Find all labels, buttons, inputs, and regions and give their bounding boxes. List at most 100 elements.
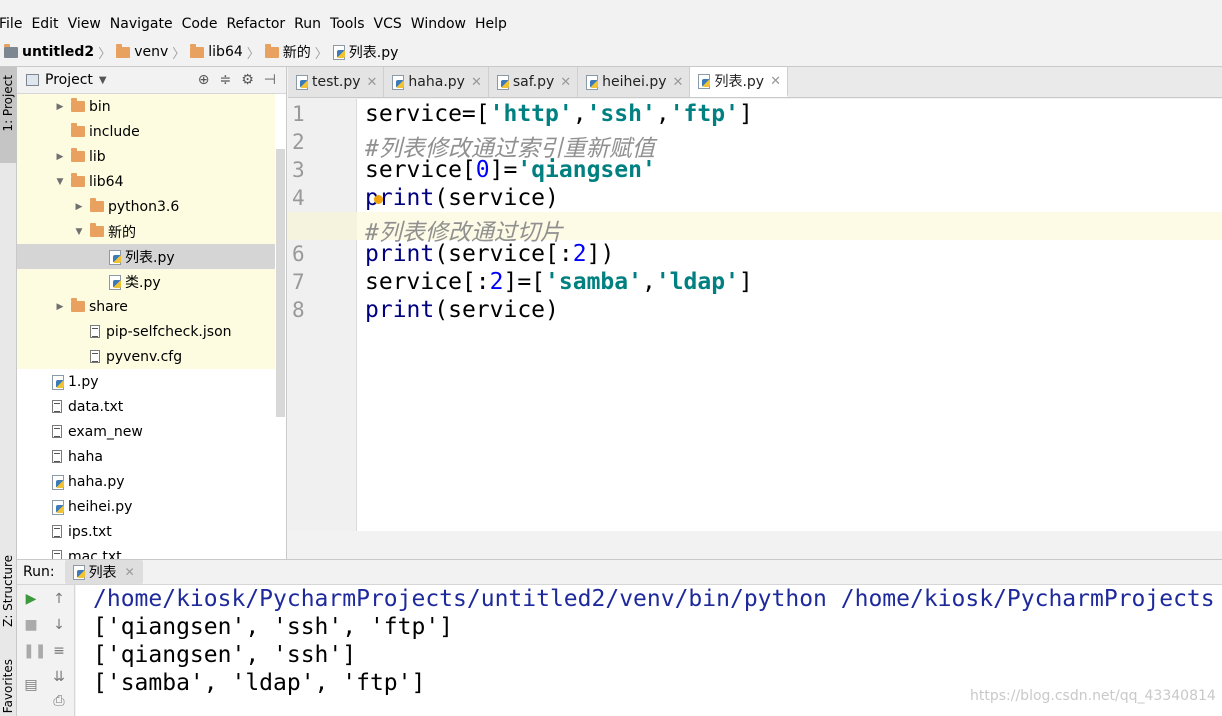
menu-view[interactable]: View bbox=[63, 16, 105, 32]
line-number: 6 bbox=[292, 242, 305, 266]
breadcrumb-project[interactable]: untitled2 〉 bbox=[4, 43, 116, 62]
menu-edit[interactable]: Edit bbox=[26, 16, 62, 32]
tree-item[interactable]: ▶ lib bbox=[17, 144, 275, 169]
tree-item-label: exam_new bbox=[68, 423, 143, 440]
line-number: 3 bbox=[292, 158, 305, 182]
tree-item[interactable]: pip-selfcheck.json bbox=[17, 319, 275, 344]
tree-item-label: haha bbox=[68, 448, 103, 465]
tree-item-label: heihei.py bbox=[68, 498, 133, 515]
tree-item[interactable]: mac.txt bbox=[17, 544, 286, 559]
tree-item[interactable]: ▶ python3.6 bbox=[17, 194, 275, 219]
tab-heihei-py[interactable]: heihei.py ✕ bbox=[578, 67, 691, 97]
code-line[interactable]: print(service) bbox=[365, 185, 559, 211]
breadcrumb-venv[interactable]: venv 〉 bbox=[116, 43, 190, 62]
tree-item[interactable]: haha bbox=[17, 444, 286, 469]
up-arrow-icon[interactable]: ↑ bbox=[51, 591, 67, 607]
menu-navigate[interactable]: Navigate bbox=[105, 16, 177, 32]
tree-item-label: pyvenv.cfg bbox=[106, 348, 183, 365]
favorites-tool-tab[interactable]: Favorites bbox=[1, 659, 15, 713]
console-line: /home/kiosk/PycharmProjects/untitled2/ve… bbox=[93, 586, 1215, 612]
close-icon[interactable]: ✕ bbox=[125, 565, 135, 579]
close-icon[interactable]: ✕ bbox=[471, 75, 482, 90]
tree-item[interactable]: ips.txt bbox=[17, 519, 286, 544]
soft-wrap-icon[interactable]: ≡ bbox=[51, 643, 67, 659]
structure-tool-tab[interactable]: Z: Structure bbox=[1, 555, 15, 627]
folder-icon bbox=[116, 43, 131, 58]
breadcrumb-file[interactable]: 列表.py bbox=[332, 42, 398, 62]
tab-test-py[interactable]: test.py ✕ bbox=[288, 67, 385, 97]
current-line-gutter bbox=[288, 212, 357, 240]
rerun-icon[interactable]: ▶ bbox=[23, 591, 39, 607]
folder-icon bbox=[71, 298, 85, 312]
tree-item[interactable]: haha.py bbox=[17, 469, 286, 494]
scroll-to-end-icon[interactable]: ⇊ bbox=[51, 669, 67, 685]
menu-file[interactable]: File bbox=[0, 16, 26, 32]
breadcrumb-lib64[interactable]: lib64 〉 bbox=[190, 43, 265, 62]
tree-item[interactable]: exam_new bbox=[17, 419, 286, 444]
tab-haha-py[interactable]: haha.py ✕ bbox=[384, 67, 489, 97]
print-icon[interactable]: ⎙ bbox=[51, 693, 67, 709]
tree-item[interactable]: include bbox=[17, 119, 275, 144]
code-line[interactable]: service=['http','ssh','ftp'] bbox=[365, 101, 753, 127]
tree-item[interactable]: ▼ lib64 bbox=[17, 169, 275, 194]
breadcrumb-folder[interactable]: 新的 〉 bbox=[264, 42, 333, 62]
chevron-down-icon[interactable]: ▼ bbox=[99, 75, 107, 86]
tree-item[interactable]: 类.py bbox=[17, 269, 275, 294]
expand-right-icon[interactable]: ▶ bbox=[54, 302, 66, 312]
expand-down-icon[interactable]: ▼ bbox=[73, 227, 85, 237]
tab-list-py[interactable]: 列表.py ✕ bbox=[690, 67, 788, 97]
run-tab[interactable]: 列表 ✕ bbox=[64, 560, 143, 584]
hide-panel-icon[interactable]: ⊣ bbox=[264, 72, 276, 88]
code-line[interactable]: print(service[:2]) bbox=[365, 241, 614, 267]
code-line[interactable]: print(service) bbox=[365, 297, 559, 323]
console-line: ['qiangsen', 'ssh'] bbox=[93, 642, 357, 668]
code-line[interactable]: service[:2]=['samba','ldap'] bbox=[365, 269, 753, 295]
intention-bulb-icon[interactable] bbox=[374, 195, 383, 204]
project-panel-header: Project ▼ ⊕ ≑ ⚙ ⊣ bbox=[17, 67, 286, 94]
expand-right-icon[interactable]: ▶ bbox=[54, 102, 66, 112]
folder-icon bbox=[71, 173, 85, 187]
python-file-icon bbox=[109, 274, 121, 290]
menu-code[interactable]: Code bbox=[177, 16, 222, 32]
tab-saf-py[interactable]: saf.py ✕ bbox=[488, 67, 579, 97]
tree-item[interactable]: pyvenv.cfg bbox=[17, 344, 275, 369]
folder-icon bbox=[71, 98, 85, 112]
folder-icon bbox=[4, 43, 18, 58]
expand-right-icon[interactable]: ▶ bbox=[54, 152, 66, 162]
tree-item-label: lib bbox=[89, 148, 106, 165]
menu-vcs[interactable]: VCS bbox=[369, 16, 406, 32]
code-editor[interactable]: 12345678 service=['http','ssh','ftp']#列表… bbox=[288, 99, 1222, 531]
tab-label: heihei.py bbox=[602, 74, 667, 90]
project-panel-title[interactable]: Project bbox=[45, 72, 93, 88]
menu-refactor[interactable]: Refactor bbox=[221, 16, 289, 32]
tree-item[interactable]: heihei.py bbox=[17, 494, 286, 519]
project-scrollbar[interactable] bbox=[276, 149, 285, 417]
tree-item[interactable]: ▶ share bbox=[17, 294, 275, 319]
menu-run[interactable]: Run bbox=[289, 16, 325, 32]
tree-item[interactable]: ▶ bin bbox=[17, 94, 275, 119]
close-icon[interactable]: ✕ bbox=[367, 75, 378, 90]
tree-item[interactable]: 1.py bbox=[17, 369, 286, 394]
expand-down-icon[interactable]: ▼ bbox=[54, 177, 66, 187]
restore-layout-icon[interactable]: ▤ bbox=[23, 677, 39, 693]
close-icon[interactable]: ✕ bbox=[770, 74, 781, 89]
code-line[interactable]: service[0]='qiangsen' bbox=[365, 157, 656, 183]
menu-window[interactable]: Window bbox=[406, 16, 470, 32]
menu-help[interactable]: Help bbox=[470, 16, 511, 32]
locate-icon[interactable]: ⊕ bbox=[198, 72, 210, 88]
close-icon[interactable]: ✕ bbox=[560, 75, 571, 90]
collapse-all-icon[interactable]: ≑ bbox=[220, 72, 232, 88]
gear-icon[interactable]: ⚙ bbox=[241, 72, 254, 88]
tree-item[interactable]: ▼ 新的 bbox=[17, 219, 275, 244]
expand-right-icon[interactable]: ▶ bbox=[73, 202, 85, 212]
project-tool-tab[interactable]: 1: Project bbox=[0, 67, 17, 163]
folder-icon bbox=[90, 198, 104, 212]
close-icon[interactable]: ✕ bbox=[673, 75, 684, 90]
tree-item[interactable]: data.txt bbox=[17, 394, 286, 419]
tree-item[interactable]: 列表.py bbox=[17, 244, 275, 269]
tree-item-label: python3.6 bbox=[108, 198, 180, 215]
down-arrow-icon[interactable]: ↓ bbox=[51, 617, 67, 633]
pause-icon[interactable]: ❚❚ bbox=[23, 643, 46, 659]
stop-icon[interactable]: ■ bbox=[23, 617, 39, 633]
menu-tools[interactable]: Tools bbox=[325, 16, 369, 32]
